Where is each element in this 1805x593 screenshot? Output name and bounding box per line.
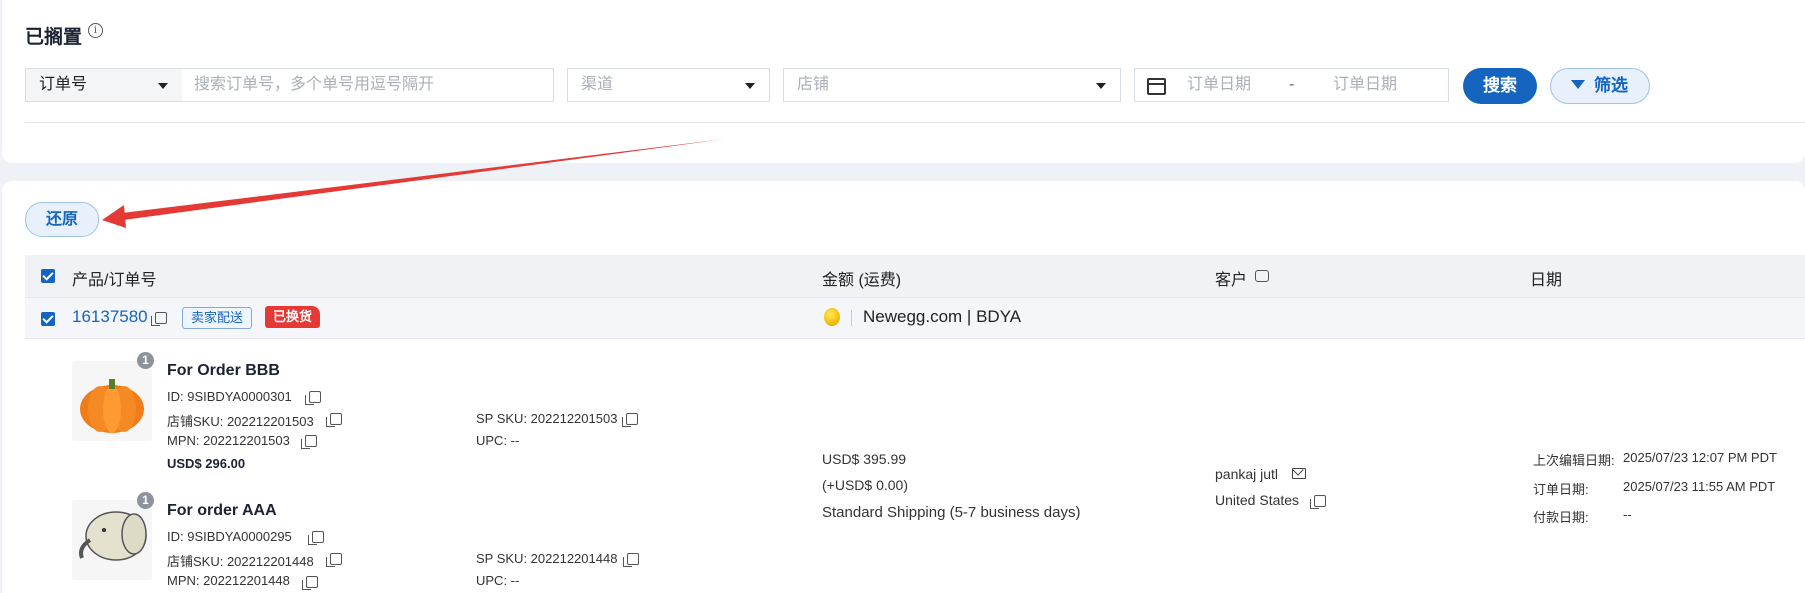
product-thumbnail[interactable] <box>72 500 152 580</box>
upc: UPC: -- <box>476 573 520 588</box>
mpn: MPN: 202212201503 <box>167 433 290 448</box>
store-sku: 店铺SKU: 202212201503 <box>167 414 314 429</box>
copy-icon[interactable] <box>301 435 317 449</box>
order-amount: USD$ 395.99 <box>822 451 907 467</box>
copy-icon[interactable] <box>623 553 639 567</box>
copy-icon[interactable] <box>326 553 342 567</box>
elephant-icon <box>79 511 147 561</box>
product-name[interactable]: For Order BBB <box>167 362 280 380</box>
product-id: ID: 9SIBDYA0000301 <box>167 389 292 404</box>
order-date-value: 2025/07/23 11:55 AM PDT <box>1623 479 1776 494</box>
channel-name: Newegg.com | BDYA <box>863 307 1022 326</box>
product-id: ID: 9SIBDYA0000295 <box>167 529 292 544</box>
quantity-badge: 1 <box>137 352 154 369</box>
last-edit-value: 2025/07/23 12:07 PM PDT <box>1623 450 1777 465</box>
mpn: MPN: 202212201448 <box>167 573 290 588</box>
exchanged-badge: 已换货 <box>265 306 321 328</box>
shipping-fee: (+USD$ 0.00) <box>822 477 908 493</box>
pumpkin-icon <box>80 379 144 433</box>
seller-shipping-tag: 卖家配送 <box>182 307 253 329</box>
order-checkbox[interactable] <box>41 312 55 326</box>
order-row: 16137580 卖家配送 已换货 Newegg.com | BDYA <box>25 297 1805 339</box>
copy-icon[interactable] <box>151 312 167 326</box>
product-thumbnail[interactable] <box>72 361 152 441</box>
copy-icon[interactable] <box>302 576 318 590</box>
copy-icon[interactable] <box>305 391 321 405</box>
upc: UPC: -- <box>476 433 520 448</box>
product-name[interactable]: For order AAA <box>167 502 277 520</box>
shipping-method: Standard Shipping (5-7 business days) <box>822 504 1081 521</box>
mail-icon[interactable] <box>1292 468 1306 479</box>
last-edit-label: 上次编辑日期: <box>1533 453 1615 468</box>
header-customer: 客户 <box>1215 272 1248 289</box>
payment-date-value: -- <box>1623 507 1632 522</box>
product-price: USD$ 296.00 <box>167 456 246 471</box>
header-product: 产品/订单号 <box>72 272 157 289</box>
copy-icon[interactable] <box>622 413 638 427</box>
separator <box>851 310 852 326</box>
copy-icon[interactable] <box>326 413 342 427</box>
customer-name: pankaj jutl <box>1215 466 1279 482</box>
select-all-checkbox[interactable] <box>41 269 55 283</box>
order-date-label: 订单日期: <box>1533 482 1589 497</box>
chat-icon <box>1255 270 1269 282</box>
store-sku: 店铺SKU: 202212201448 <box>167 554 314 569</box>
order-id-link[interactable]: 16137580 <box>72 307 148 327</box>
customer-country: United States <box>1215 492 1300 508</box>
header-date: 日期 <box>1530 272 1563 289</box>
sp-sku: SP SKU: 202212201503 <box>476 411 618 426</box>
quantity-badge: 1 <box>137 492 154 509</box>
sp-sku: SP SKU: 202212201448 <box>476 551 618 566</box>
header-amount: 金额 (运费) <box>822 272 902 289</box>
table-header: 产品/订单号 金额 (运费) 客户 日期 <box>25 255 1805 297</box>
copy-icon[interactable] <box>308 531 324 545</box>
channel-logo-icon <box>824 308 840 326</box>
payment-date-label: 付款日期: <box>1533 510 1589 525</box>
copy-icon[interactable] <box>1310 495 1326 509</box>
